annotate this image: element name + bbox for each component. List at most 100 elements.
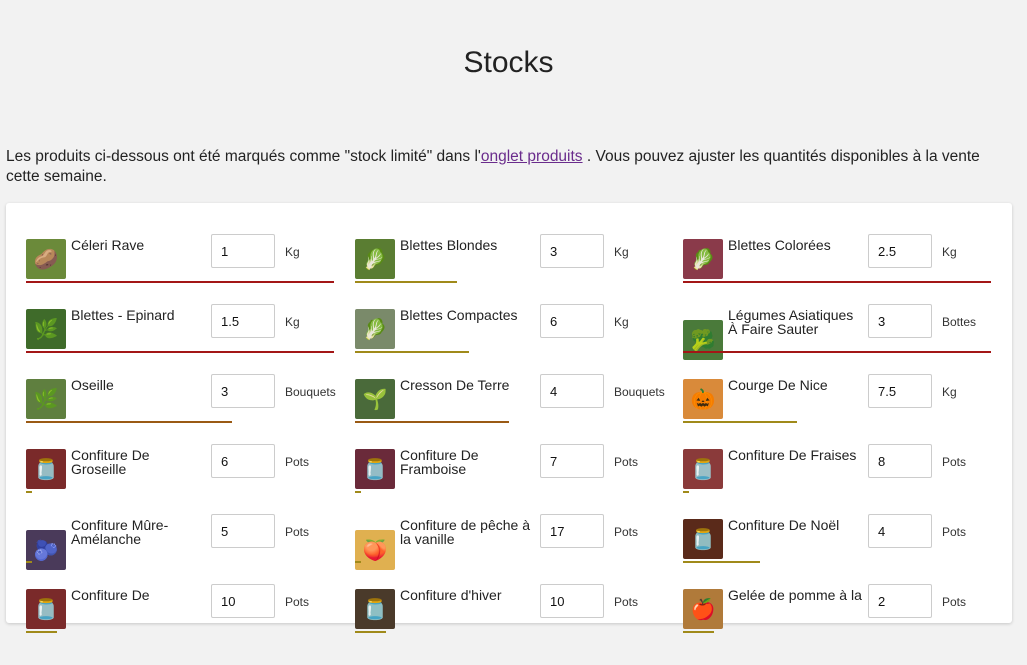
unit-label: Pots [285,455,310,469]
quantity-input[interactable] [540,234,604,268]
product-name: Cresson De Terre [400,377,510,393]
chard-icon: 🥬 [683,239,723,279]
unit-label: Pots [614,595,639,609]
product-item: 🌿 Oseille Bouquets [26,374,336,455]
quantity-input[interactable] [868,444,932,478]
jam-jar-icon: 🫙 [355,589,395,629]
product-name: Confiture De [71,587,150,603]
product-name: Courge De Nice [728,377,828,393]
product-item: 🫙Confiture De Groseille Pots [26,444,336,525]
unit-label: Kg [285,245,300,259]
stock-level-bar [683,421,797,423]
unit-label: Kg [942,245,957,259]
jam-jar-icon: 🫙 [355,449,395,489]
chard-icon: 🥬 [355,309,395,349]
quantity-input[interactable] [540,584,604,618]
unit-label: Bouquets [614,385,665,399]
sorrel-icon: 🌿 [26,379,66,419]
stock-level-bar [683,281,991,283]
quantity-input[interactable] [211,584,275,618]
product-name: Gelée de pomme à la [728,587,862,603]
unit-label: Pots [942,525,967,539]
product-item: 🥦Légumes Asiatiques À Faire Sauter Bottes [683,304,993,385]
stock-level-bar [355,281,457,283]
product-name: Oseille [71,377,114,393]
jam-jar-icon: 🫙 [26,589,66,629]
product-name: Céleri Rave [71,237,145,253]
product-item: 🫐Confiture Mûre-Amélanche Pots [26,514,336,595]
product-item: 🫙 Confiture d'hiver Pots [355,584,665,665]
intro-text-before: Les produits ci-dessous ont été marqués … [6,148,481,165]
product-name: Confiture Mûre-Amélanche [71,517,169,547]
unit-label: Pots [942,595,967,609]
product-item: 🫙Confiture De Framboise Pots [355,444,665,525]
product-name: Confiture De Noël [728,517,840,533]
product-name: Confiture De Framboise [400,447,479,477]
product-item: 🥬 Blettes Compactes Kg [355,304,665,385]
product-item: 🍎 Gelée de pomme à la Pots [683,584,993,665]
quantity-input[interactable] [868,374,932,408]
unit-label: Kg [614,315,629,329]
jam-jar-icon: 🫙 [683,519,723,559]
stock-level-bar [355,631,386,633]
jam-jar-icon: 🍑 [355,530,395,570]
unit-label: Pots [942,455,967,469]
unit-label: Kg [942,385,957,399]
unit-label: Kg [285,315,300,329]
product-name: Confiture De Groseille [71,447,150,477]
product-item: 🫙 Confiture De Noël Pots [683,514,993,595]
product-name: Confiture de pêche à la vanille [400,517,530,547]
quantity-input[interactable] [868,234,932,268]
page-title: Stocks [463,46,554,79]
unit-label: Pots [614,525,639,539]
stock-level-bar [683,351,991,353]
greens-icon: 🥦 [683,320,723,360]
unit-label: Pots [614,455,639,469]
product-name: Blettes Colorées [728,237,831,253]
stock-level-bar [26,281,334,283]
products-tab-link[interactable]: onglet produits [481,148,583,165]
product-item: 🥬 Blettes Blondes Kg [355,234,665,315]
stock-level-bar [26,421,232,423]
stock-level-bar [26,491,32,493]
quantity-input[interactable] [540,514,604,548]
unit-label: Pots [285,525,310,539]
quantity-input[interactable] [540,304,604,338]
product-name: Confiture De Fraises [728,447,857,463]
product-name: Confiture d'hiver [400,587,502,603]
jam-jar-icon: 🫙 [683,449,723,489]
unit-label: Kg [614,245,629,259]
stock-level-bar [26,631,57,633]
jam-jar-icon: 🫐 [26,530,66,570]
product-item: 🌱 Cresson De Terre Bouquets [355,374,665,455]
product-name: Blettes Blondes [400,237,498,253]
stock-level-bar [355,421,509,423]
quantity-input[interactable] [211,374,275,408]
jelly-jar-icon: 🍎 [683,589,723,629]
squash-icon: 🎃 [683,379,723,419]
product-item: 🍑Confiture de pêche à la vanille Pots [355,514,665,595]
quantity-input[interactable] [211,304,275,338]
quantity-input[interactable] [868,304,932,338]
product-item: 🫙 Confiture De Fraises Pots [683,444,993,525]
quantity-input[interactable] [540,444,604,478]
unit-label: Pots [285,595,310,609]
stock-card: 🥔 Céleri Rave Kg 🥬 Blettes Blondes Kg 🥬 Blettes… [6,203,1012,633]
intro-text: Les produits ci-dessous ont été marqués … [6,147,1016,187]
stock-level-bar [26,561,32,563]
quantity-input[interactable] [868,584,932,618]
product-name: Légumes Asiatiques À Faire Sauter [728,307,854,337]
celeriac-icon: 🥔 [26,239,66,279]
unit-label: Bouquets [285,385,336,399]
quantity-input[interactable] [211,234,275,268]
product-item: 🌿 Blettes - Epinard Kg [26,304,336,385]
product-name: Blettes Compactes [400,307,518,323]
product-item: 🫙 Confiture De Pots [26,584,336,665]
chard-icon: 🥬 [355,239,395,279]
unit-label: Bottes [942,315,977,329]
quantity-input[interactable] [540,374,604,408]
quantity-input[interactable] [211,514,275,548]
quantity-input[interactable] [211,444,275,478]
quantity-input[interactable] [868,514,932,548]
jam-jar-icon: 🫙 [26,449,66,489]
